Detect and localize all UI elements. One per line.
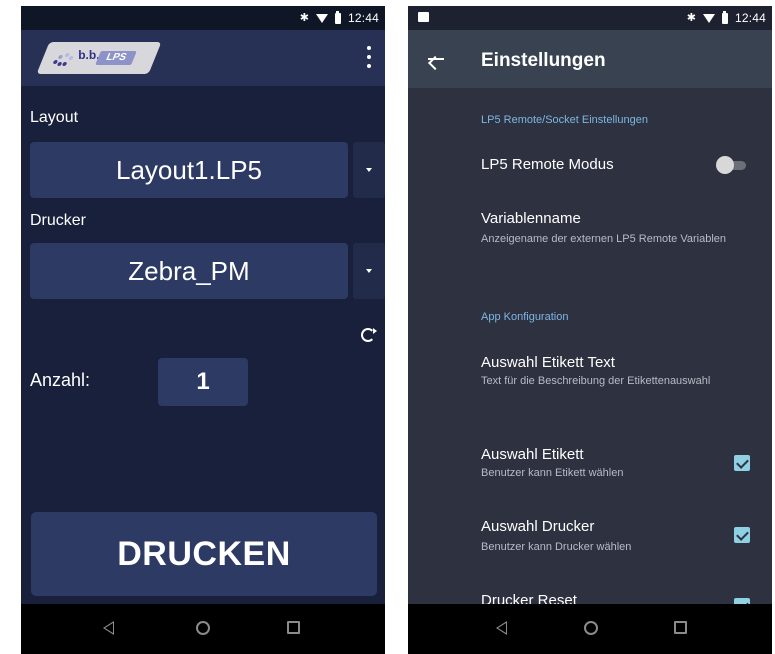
wifi-icon [702,13,715,23]
status-time: 12:44 [734,11,766,25]
status-bar: ✱ 12:44 [21,6,385,30]
battery-icon [334,10,341,24]
layout-select-value: Layout1.LP5 [115,155,262,185]
status-time: 12:44 [347,11,379,25]
remote-mode-toggle[interactable] [716,156,746,174]
refresh-icon[interactable] [361,328,377,342]
printer-label: Drucker [30,212,87,229]
nav-back-icon[interactable] [103,621,114,635]
section-header-remote: LP5 Remote/Socket Einstellungen [481,114,648,126]
nav-home-icon[interactable] [584,621,598,635]
pref-label-text-summary: Text für die Beschreibung der Etikettena… [481,375,711,387]
app-logo: b.b. LPS [36,42,162,74]
pref-select-printer-title[interactable]: Auswahl Drucker [481,518,594,535]
system-nav-bar [408,604,772,654]
status-bar: ✱ 12:44 [408,6,772,30]
quantity-label: Anzahl: [30,370,91,390]
toggle-thumb [716,156,734,174]
page-title: Einstellungen [481,50,606,71]
system-nav-bar [21,604,385,654]
nav-recents-icon[interactable] [287,621,300,634]
print-app-screen: ✱ 12:44 b.b. LPS Layout Layout1.LP5 Druc… [21,6,385,654]
section-header-app-config: App Konfiguration [481,311,569,323]
print-button[interactable]: DRUCKEN [31,512,377,596]
overflow-menu-icon[interactable] [367,46,371,70]
battery-icon [721,10,728,24]
logo-dots-icon [51,50,76,68]
nav-home-icon[interactable] [196,621,210,635]
layout-label: Layout [30,109,79,126]
settings-toolbar: Einstellungen [408,30,772,88]
app-toolbar: b.b. LPS [21,30,385,86]
pref-label-text-title[interactable]: Auswahl Etikett Text [481,354,615,371]
pref-select-label-title[interactable]: Auswahl Etikett [481,446,584,463]
quantity-input[interactable]: 1 [158,358,248,406]
pref-select-printer-summary: Benutzer kann Drucker wählen [481,541,632,553]
printer-dropdown-arrow-icon[interactable] [353,243,385,299]
wifi-icon [315,13,328,23]
layout-dropdown-arrow-icon[interactable] [353,142,385,198]
printer-select-value: Zebra_PM [128,256,250,286]
pref-select-label-summary: Benutzer kann Etikett wählen [481,467,624,479]
logo-badge: LPS [95,51,137,65]
settings-screen: ✱ 12:44 Einstellungen LP5 Remote/Socket … [408,6,772,654]
printer-select[interactable]: Zebra_PM [30,243,348,299]
pref-variable-name-title[interactable]: Variablenname [481,210,581,227]
notification-image-icon [418,12,429,22]
select-printer-checkbox[interactable] [734,527,750,543]
nav-back-icon[interactable] [496,621,507,635]
layout-select[interactable]: Layout1.LP5 [30,142,348,198]
pref-variable-name-summary: Anzeigename der externen LP5 Remote Vari… [481,233,727,245]
bluetooth-icon: ✱ [686,12,696,24]
select-label-checkbox[interactable] [734,455,750,471]
bluetooth-icon: ✱ [299,12,309,24]
nav-recents-icon[interactable] [674,621,687,634]
pref-remote-mode-title[interactable]: LP5 Remote Modus [481,156,614,173]
back-arrow-icon[interactable] [428,58,444,60]
